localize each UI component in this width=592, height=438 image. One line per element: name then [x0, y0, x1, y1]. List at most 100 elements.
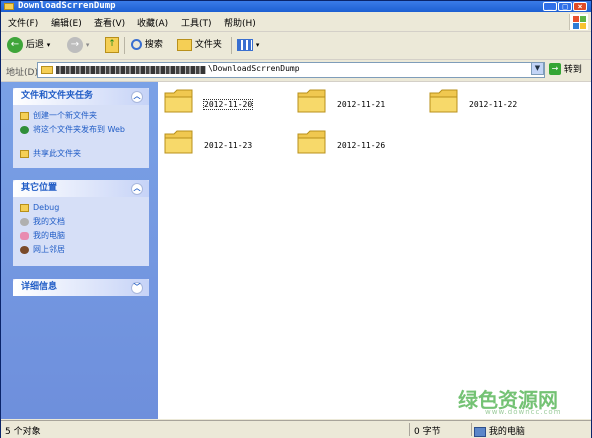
folder-view: 2012-11-20 2012-11-21 2012-11-22 2012-11…: [158, 82, 591, 419]
folder-item[interactable]: 2012-11-20: [164, 88, 284, 118]
folders-label: 文件夹: [194, 40, 222, 50]
title-bar[interactable]: DownloadScrrenDump _ □ ×: [1, 1, 591, 12]
forward-button[interactable]: → ▾: [67, 36, 89, 54]
menu-tools[interactable]: 工具(T): [181, 16, 212, 29]
search-button[interactable]: 搜索: [131, 36, 163, 54]
place-label: Debug: [33, 203, 60, 212]
collapse-chevron-icon[interactable]: ︿: [131, 183, 143, 195]
expand-chevron-icon[interactable]: ﹀: [131, 282, 143, 294]
menu-bar: 文件(F) 编辑(E) 查看(V) 收藏(A) 工具(T) 帮助(H): [1, 13, 591, 32]
views-button[interactable]: ▾: [237, 36, 259, 54]
status-object-count: 5 个对象: [5, 427, 41, 437]
go-button[interactable]: → 转到: [549, 62, 582, 78]
folders-icon: [177, 38, 192, 51]
separator: [124, 37, 125, 54]
menu-help[interactable]: 帮助(H): [224, 16, 256, 29]
details-title: 详细信息: [21, 282, 58, 292]
folder-label: 2012-11-20: [202, 99, 254, 110]
separator: [231, 37, 232, 54]
up-folder-icon: ↑: [105, 36, 119, 53]
folders-button[interactable]: 文件夹: [177, 36, 222, 54]
file-tasks-header[interactable]: 文件和文件夹任务 ︿: [13, 88, 149, 105]
place-my-documents[interactable]: 我的文档: [13, 215, 149, 229]
address-bar: 地址(D) \DownloadScrrenDump ▼ → 转到: [1, 60, 591, 82]
place-label: 网上邻居: [33, 245, 65, 254]
address-input[interactable]: \DownloadScrrenDump: [37, 62, 545, 78]
folder-item[interactable]: 2012-11-26: [297, 129, 417, 159]
window-title: DownloadScrrenDump: [18, 1, 116, 11]
collapse-chevron-icon[interactable]: ︿: [131, 91, 143, 103]
go-arrow-icon: →: [549, 62, 561, 75]
menu-favorites[interactable]: 收藏(A): [137, 16, 168, 29]
dropdown-arrow-icon: ▾: [255, 41, 260, 49]
other-places-header[interactable]: 其它位置 ︿: [13, 180, 149, 197]
details-header[interactable]: 详细信息 ﹀: [13, 279, 149, 296]
search-label: 搜索: [144, 40, 163, 50]
toolbar: ← 后退 ▾ → ▾ ↑ 搜索 文件夹 ▾: [1, 32, 591, 60]
back-label: 后退: [25, 40, 44, 50]
status-bar: 5 个对象 0 字节 我的电脑: [1, 420, 591, 438]
details-panel: 详细信息 ﹀: [13, 279, 149, 296]
task-label: 创建一个新文件夹: [33, 111, 97, 120]
my-computer-icon: [474, 426, 486, 437]
folder-icon: [4, 3, 14, 10]
folder-item[interactable]: 2012-11-21: [297, 88, 417, 118]
divider: [409, 423, 410, 436]
place-my-computer[interactable]: 我的电脑: [13, 229, 149, 243]
task-label: 共享此文件夹: [33, 149, 81, 158]
redacted-path: [56, 66, 206, 74]
folder-icon: [41, 66, 53, 74]
place-debug[interactable]: Debug: [13, 201, 149, 215]
folder-item[interactable]: 2012-11-23: [164, 129, 284, 159]
status-location: 我的电脑: [474, 424, 525, 437]
folder-icon: [164, 130, 193, 154]
task-new-folder[interactable]: 创建一个新文件夹: [13, 109, 149, 123]
dropdown-arrow-icon: ▾: [46, 41, 51, 49]
minimize-button[interactable]: _: [543, 2, 557, 11]
views-icon: [237, 38, 253, 51]
close-button[interactable]: ×: [573, 2, 587, 11]
place-network[interactable]: 网上邻居: [13, 243, 149, 257]
watermark-url: www.downcc.com: [485, 408, 562, 416]
task-pane: 文件和文件夹任务 ︿ 创建一个新文件夹 将这个文件夹发布到 Web 共享此文件夹…: [1, 82, 158, 419]
new-folder-icon: [20, 112, 29, 120]
address-dropdown-button[interactable]: ▼: [531, 62, 544, 75]
forward-arrow-icon: →: [67, 36, 83, 53]
my-computer-icon: [20, 232, 29, 240]
status-size: 0 字节: [414, 427, 441, 437]
search-icon: [131, 39, 142, 50]
network-icon: [20, 246, 29, 254]
menu-edit[interactable]: 编辑(E): [51, 16, 82, 29]
folder-icon: [164, 89, 193, 113]
go-label: 转到: [563, 65, 582, 75]
folder-icon: [297, 130, 326, 154]
my-documents-icon: [20, 218, 29, 226]
place-label: 我的电脑: [33, 231, 65, 240]
other-places-title: 其它位置: [21, 183, 58, 193]
place-label: 我的文档: [33, 217, 65, 226]
divider: [471, 423, 472, 436]
windows-logo-icon: [569, 14, 588, 30]
task-share-folder[interactable]: 共享此文件夹: [13, 147, 149, 161]
menu-file[interactable]: 文件(F): [8, 16, 38, 29]
globe-icon: [20, 126, 29, 134]
back-button[interactable]: ← 后退 ▾: [7, 36, 50, 54]
task-publish-web[interactable]: 将这个文件夹发布到 Web: [13, 123, 149, 147]
folder-icon: [20, 204, 29, 212]
explorer-window: DownloadScrrenDump _ □ × 文件(F) 编辑(E) 查看(…: [0, 0, 592, 438]
folder-label: 2012-11-23: [204, 141, 253, 150]
folder-label: 2012-11-21: [337, 100, 386, 109]
task-label: 将这个文件夹发布到 Web: [33, 125, 125, 134]
other-places-panel: 其它位置 ︿ Debug 我的文档 我的电脑 网上邻居: [13, 180, 149, 266]
dropdown-arrow-icon: ▾: [85, 41, 90, 49]
file-tasks-title: 文件和文件夹任务: [21, 91, 94, 101]
up-button[interactable]: ↑: [105, 36, 119, 54]
folder-item[interactable]: 2012-11-22: [429, 88, 549, 118]
status-location-label: 我的电脑: [488, 427, 525, 437]
share-folder-icon: [20, 150, 29, 158]
folder-icon: [297, 89, 326, 113]
menu-view[interactable]: 查看(V): [94, 16, 125, 29]
file-tasks-panel: 文件和文件夹任务 ︿ 创建一个新文件夹 将这个文件夹发布到 Web 共享此文件夹: [13, 88, 149, 168]
folder-label: 2012-11-22: [469, 100, 518, 109]
maximize-button[interactable]: □: [558, 2, 572, 11]
